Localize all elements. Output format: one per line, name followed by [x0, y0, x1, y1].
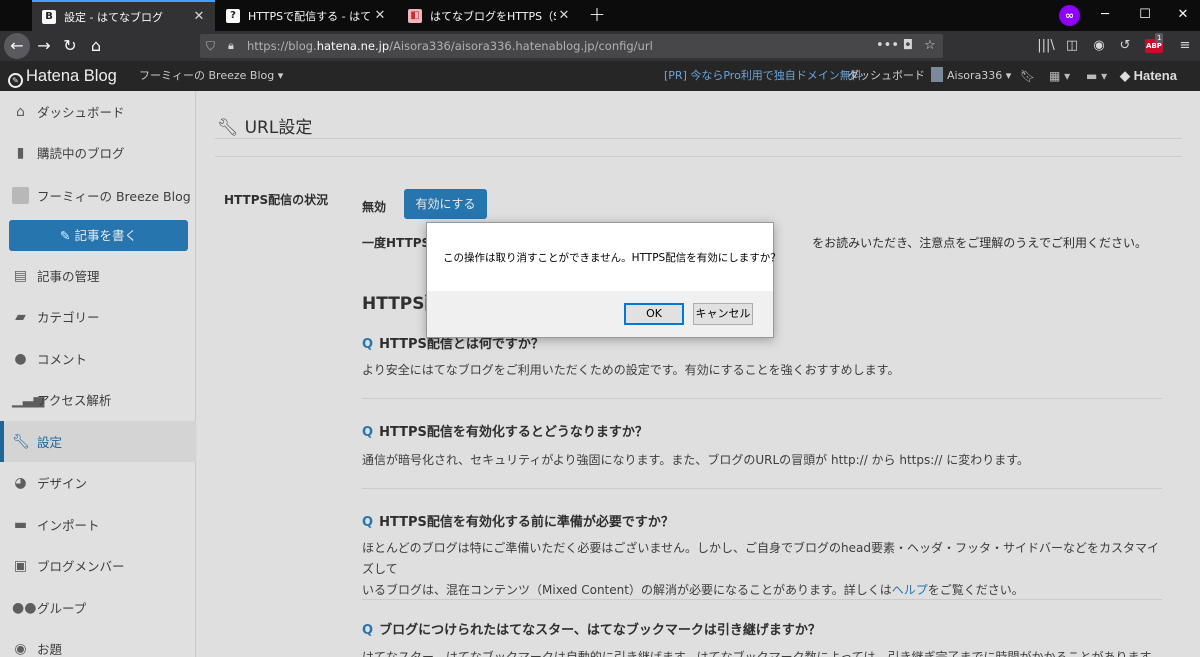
library-icon[interactable]: |||\ [1034, 33, 1058, 59]
tab-title: HTTPSで配信する - はてなブログ ヘ [248, 9, 372, 23]
browser-tab-bar: B 設定 - はてなブログ ✕ ? HTTPSで配信する - はてなブログ ヘ … [0, 0, 1200, 31]
blog-name: フーミィーの Breeze Blog [139, 69, 275, 82]
modal-overlay [0, 91, 1200, 657]
history-icon[interactable]: ↺ [1113, 33, 1137, 59]
user-menu[interactable]: Aisora336 ▾ [931, 61, 1011, 91]
hatena-header: ✎ Hatena Blog フーミィーの Breeze Blog ▾ [PR] 今… [0, 61, 1200, 91]
avatar [931, 67, 943, 82]
logo-mark-icon: ✎ [8, 73, 23, 88]
tab-https-ssl[interactable]: ◧ はてなブログをHTTPS（SSL化）す ✕ [398, 0, 580, 31]
url-path: /Aisora336/aisora336.hatenablog.jp/confi… [389, 39, 653, 53]
ok-button[interactable]: OK [624, 303, 684, 325]
close-tab-icon[interactable]: ✕ [372, 8, 388, 23]
hatena-blog-logo[interactable]: ✎ Hatena Blog [8, 61, 117, 91]
tab-settings[interactable]: B 設定 - はてなブログ ✕ [32, 0, 215, 31]
forward-arrow-icon[interactable]: → [31, 33, 57, 59]
notifications-icon[interactable]: ▬ ▾ [1086, 61, 1107, 91]
new-tab-plus-icon[interactable]: + [586, 3, 608, 27]
bookmark-icon[interactable]: 🔖︎ [1020, 61, 1035, 91]
home-icon[interactable]: ⌂ [83, 33, 109, 59]
lock-icon[interactable]: 🔒︎ [228, 34, 234, 58]
close-tab-icon[interactable]: ✕ [191, 9, 207, 24]
url-host: hatena.ne.jp [316, 39, 390, 53]
url-bar[interactable]: ⛉ 🔒︎ https://blog.hatena.ne.jp/Aisora336… [200, 34, 943, 58]
page-actions-icon[interactable]: ••• [876, 34, 899, 58]
close-window-icon[interactable]: ✕ [1163, 0, 1200, 31]
adblock-count-badge: 1 [1155, 33, 1164, 43]
apps-grid-icon[interactable]: ▦ ▾ [1049, 61, 1070, 91]
pr-link[interactable]: [PR] 今ならPro利用で独自ドメイン無料 [664, 61, 862, 91]
browser-nav-bar: ← → ↻ ⌂ ⛉ 🔒︎ https://blog.hatena.ne.jp/A… [0, 31, 1200, 61]
menu-hamburger-icon[interactable]: ≡ [1173, 33, 1197, 59]
logo-text: Hatena Blog [26, 67, 117, 85]
hatena-favicon-icon: B [42, 9, 56, 24]
close-tab-icon[interactable]: ✕ [556, 8, 572, 23]
sidebar-toggle-icon[interactable]: ◫ [1060, 33, 1084, 59]
dialog-message-area: この操作は取り消すことができません。HTTPS配信を有効にしますか？ [427, 223, 781, 291]
url-prefix: https://blog. [247, 39, 317, 53]
blog-switcher[interactable]: フーミィーの Breeze Blog ▾ [139, 61, 283, 91]
tracking-shield-icon[interactable]: ⛉ [206, 34, 215, 58]
page-favicon-icon: ◧ [408, 8, 422, 23]
back-arrow-icon[interactable]: ← [4, 33, 30, 59]
dialog-message: この操作は取り消すことができません。HTTPS配信を有効にしますか？ [443, 252, 781, 264]
minimize-icon[interactable]: ─ [1085, 0, 1125, 31]
confirm-dialog: この操作は取り消すことができません。HTTPS配信を有効にしますか？ OK キャ… [426, 222, 781, 338]
hatena-link[interactable]: ◆ Hatena [1120, 61, 1177, 91]
hatena-text: Hatena [1133, 68, 1177, 83]
bookmark-star-icon[interactable]: ☆ [921, 34, 939, 58]
pocket-icon[interactable]: ◘ [899, 34, 917, 58]
cancel-button[interactable]: キャンセル [693, 303, 753, 325]
hatena-help-favicon-icon: ? [226, 8, 240, 23]
tab-https-help[interactable]: ? HTTPSで配信する - はてなブログ ヘ ✕ [216, 0, 396, 31]
maximize-icon[interactable]: ☐ [1125, 0, 1165, 31]
url-text: https://blog.hatena.ne.jp/Aisora336/aiso… [247, 34, 653, 58]
tab-title: はてなブログをHTTPS（SSL化）す [430, 9, 556, 23]
tab-title: 設定 - はてなブログ [64, 10, 163, 24]
user-name: Aisora336 [947, 69, 1003, 82]
reload-icon[interactable]: ↻ [57, 33, 83, 59]
account-icon[interactable]: ◉ [1087, 33, 1111, 59]
dashboard-link[interactable]: ダッシュボード [848, 61, 925, 91]
private-browsing-icon: ∞ [1059, 5, 1080, 26]
